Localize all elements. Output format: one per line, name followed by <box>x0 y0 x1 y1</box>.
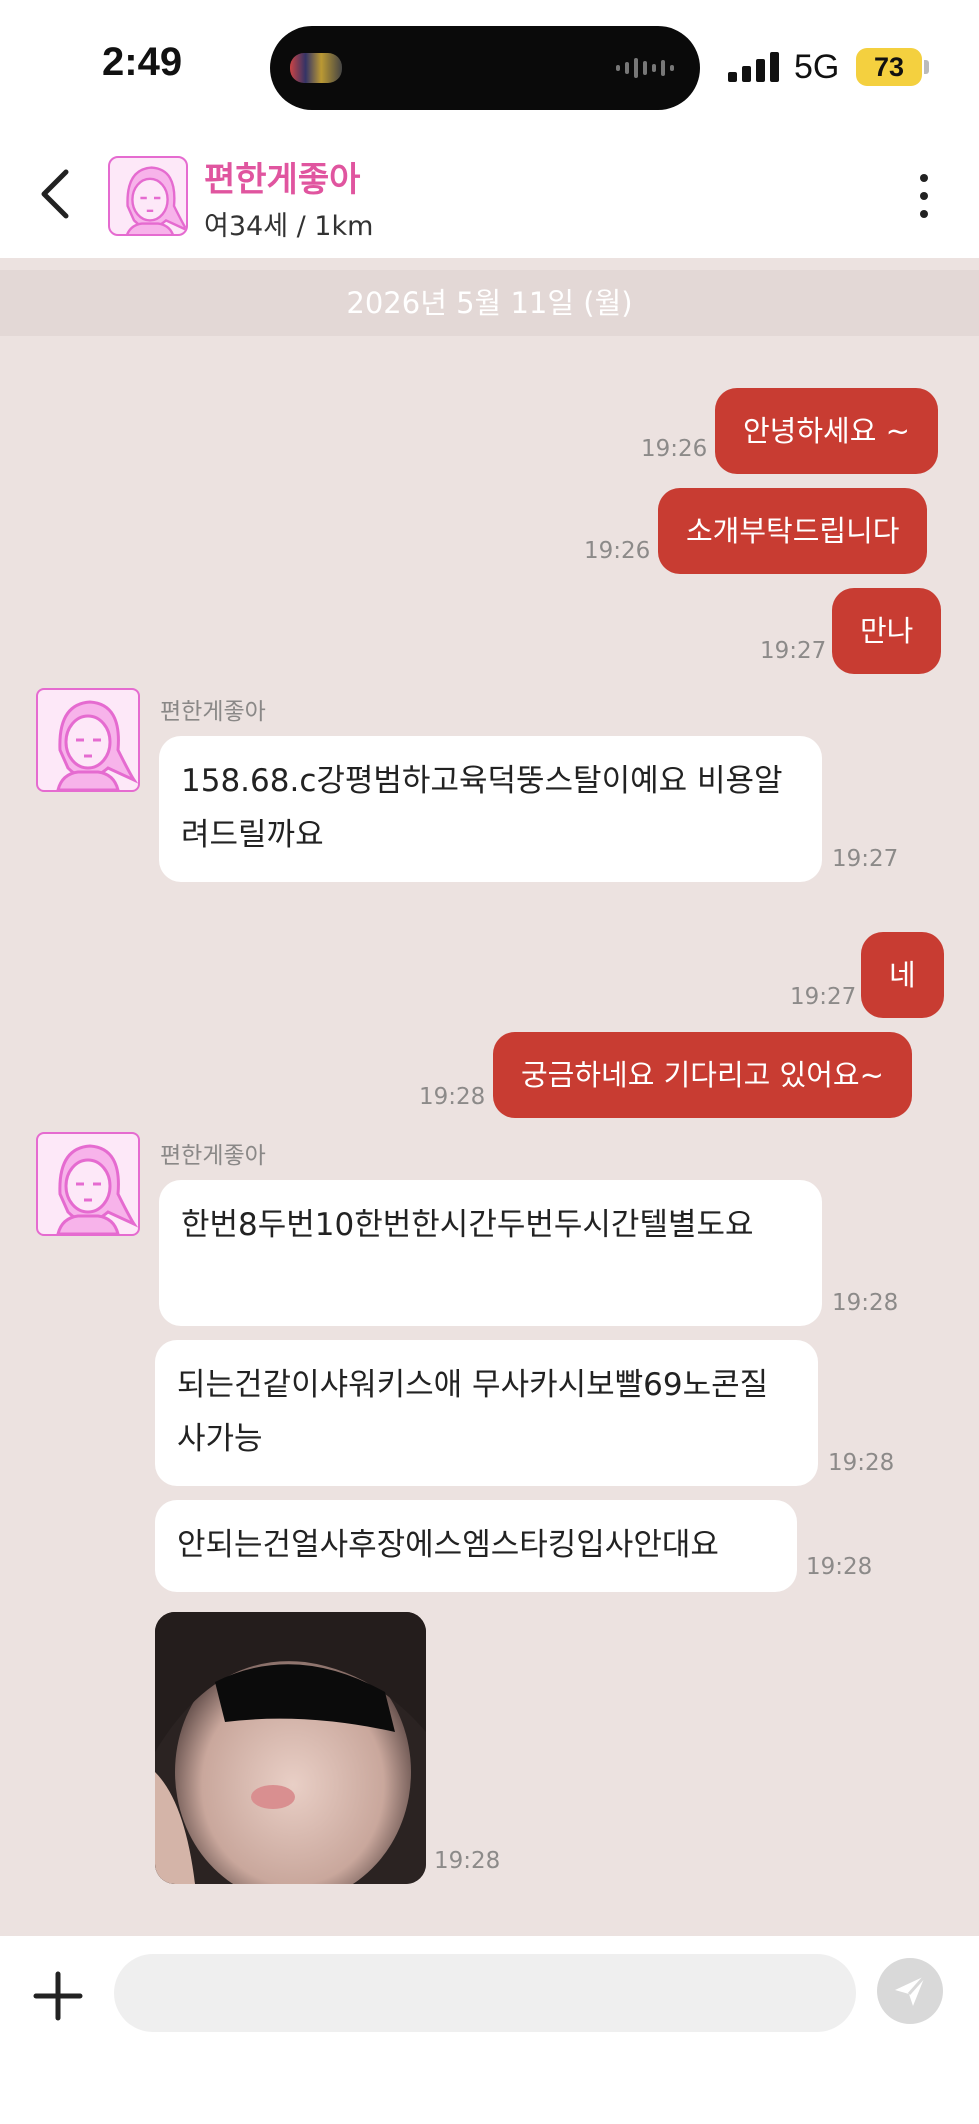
incoming-message[interactable]: 안되는건얼사후장에스엠스타킹입사안대요 <box>155 1500 797 1592</box>
back-arrow-icon <box>41 169 69 219</box>
sender-avatar[interactable] <box>36 688 140 792</box>
message-time: 19:28 <box>434 1848 501 1874</box>
message-input-bar <box>0 1936 979 2124</box>
chat-header: 편한게좋아 여34세 / 1km <box>0 130 979 258</box>
photo-image <box>155 1612 426 1884</box>
photo-message[interactable] <box>155 1612 426 1884</box>
audio-wave-icon <box>616 56 674 80</box>
message-time: 19:27 <box>790 984 857 1010</box>
message-input[interactable] <box>114 1954 856 2032</box>
message-time: 19:26 <box>584 538 651 564</box>
outgoing-message[interactable]: 안녕하세요 ~ <box>715 388 938 474</box>
signal-icon <box>728 52 779 82</box>
incoming-message[interactable]: 한번8두번10한번한시간두번두시간텔별도요 <box>159 1180 822 1326</box>
chat-partner-info: 여34세 / 1km <box>204 211 374 242</box>
battery-level: 73 <box>856 48 922 86</box>
back-button[interactable] <box>30 164 80 224</box>
avatar[interactable] <box>108 156 188 236</box>
plus-icon <box>33 1971 83 2021</box>
status-time: 2:49 <box>102 40 183 84</box>
send-icon <box>895 1975 927 2006</box>
now-playing-thumbnail <box>290 53 342 83</box>
outgoing-message[interactable]: 궁금하네요 기다리고 있어요~ <box>493 1032 912 1118</box>
more-vertical-icon <box>920 174 928 182</box>
incoming-message[interactable]: 되는건같이샤워키스애 무사카시보빨69노콘질사가능 <box>155 1340 818 1486</box>
message-time: 19:26 <box>641 436 708 462</box>
status-bar: 2:49 5G 73 <box>0 0 979 130</box>
message-time: 19:28 <box>806 1554 873 1580</box>
date-divider: 2026년 5월 11일 (월) <box>0 270 979 336</box>
sender-avatar[interactable] <box>36 1132 140 1236</box>
message-time: 19:27 <box>832 846 899 872</box>
message-time: 19:28 <box>828 1450 895 1476</box>
attach-button[interactable] <box>30 1968 86 2024</box>
outgoing-message[interactable]: 네 <box>861 932 944 1018</box>
message-time: 19:27 <box>760 638 827 664</box>
avatar-icon <box>56 700 138 790</box>
message-time: 19:28 <box>419 1084 486 1110</box>
more-options-button[interactable] <box>912 174 936 218</box>
sender-name: 편한게좋아 <box>160 699 266 725</box>
avatar-icon <box>126 166 186 234</box>
network-type: 5G <box>794 48 840 86</box>
more-dot <box>920 210 928 218</box>
outgoing-message[interactable]: 만나 <box>832 588 942 674</box>
sender-name: 편한게좋아 <box>160 1143 266 1169</box>
more-dot <box>920 192 928 200</box>
send-button[interactable] <box>877 1958 943 2024</box>
battery-tip <box>924 60 929 74</box>
incoming-message[interactable]: 158.68.c강평범하고육덕뚱스탈이예요 비용알려드릴까요 <box>159 736 822 882</box>
avatar-icon <box>56 1144 138 1234</box>
chat-partner-name: 편한게좋아 <box>204 160 361 200</box>
message-time: 19:28 <box>832 1290 899 1316</box>
outgoing-message[interactable]: 소개부탁드립니다 <box>658 488 928 574</box>
dynamic-island <box>270 26 700 110</box>
